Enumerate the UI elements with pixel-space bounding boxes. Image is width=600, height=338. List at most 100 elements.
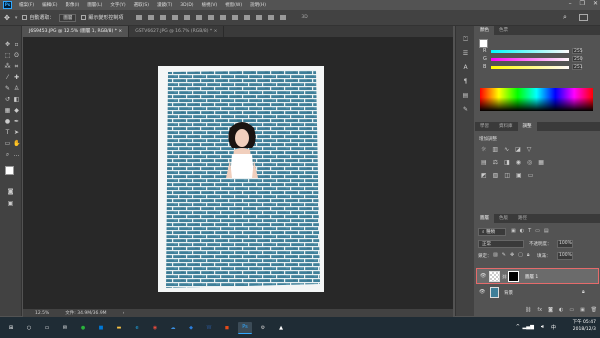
menu-type[interactable]: 文字(Y): [106, 2, 129, 8]
taskbar-time[interactable]: 下午 05:47: [573, 319, 596, 326]
distribute-left-icon[interactable]: [244, 15, 251, 20]
healing-tool-icon[interactable]: ✚: [13, 74, 20, 81]
vibrance-icon[interactable]: ▽: [527, 146, 532, 153]
office-icon[interactable]: ◼: [220, 322, 234, 334]
filter-type-icon[interactable]: T: [528, 228, 531, 234]
layer-mask-thumbnail[interactable]: [508, 271, 519, 282]
channel-mixer-icon[interactable]: ◎: [527, 159, 532, 166]
distribute-bottom-icon[interactable]: [232, 15, 239, 20]
brightness-icon[interactable]: ☼: [481, 146, 486, 153]
chrome-icon[interactable]: ◉: [148, 322, 162, 334]
slider-r-track[interactable]: [491, 49, 569, 53]
tab-document-2[interactable]: GSTV6627.JPG @ 16.7% (RGB/8) * ×: [129, 26, 225, 37]
network-icon[interactable]: ▂▄▆: [522, 324, 534, 330]
quick-select-tool-icon[interactable]: ⁂: [4, 63, 11, 70]
slider-g[interactable]: G 250: [475, 55, 600, 63]
auto-select-dropdown[interactable]: 圖層: [59, 13, 77, 22]
tool-preset-dropdown[interactable]: ▾: [15, 15, 18, 21]
visibility-eye-icon[interactable]: 👁︎: [479, 289, 485, 295]
eraser-tool-icon[interactable]: ◧: [13, 96, 20, 103]
layer-kind-filter[interactable]: ⌕ 種類: [478, 228, 506, 236]
input-method-indicator[interactable]: 中: [551, 324, 556, 331]
opacity-input[interactable]: 100%: [557, 240, 573, 248]
auto-align-icon[interactable]: [280, 15, 287, 20]
tab-document-1[interactable]: J6S9453.JPG @ 12.5% (圖層 1, RGB/8) * ×: [23, 26, 130, 37]
tab-paths[interactable]: 路徑: [513, 214, 532, 223]
align-bottom-icon[interactable]: [160, 15, 167, 20]
brush-settings-icon[interactable]: ✎: [462, 106, 469, 113]
quick-mask-icon[interactable]: ◙: [7, 188, 14, 195]
dodge-tool-icon[interactable]: ●: [4, 118, 11, 125]
tab-learn[interactable]: 學習: [475, 122, 494, 131]
maximize-icon[interactable]: ❐: [580, 0, 585, 7]
windows-icon[interactable]: ⊞: [4, 322, 18, 334]
shape-tool-icon[interactable]: ▭: [4, 140, 11, 147]
taskbar-date[interactable]: 2018/12/3: [573, 326, 596, 333]
screen-mode-icon[interactable]: ▣: [7, 200, 14, 207]
photo-filter-icon[interactable]: ◉: [516, 159, 521, 166]
eyedropper-tool-icon[interactable]: ⁄: [4, 74, 11, 81]
crop-tool-icon[interactable]: ⌗: [13, 63, 20, 70]
menu-window[interactable]: 視窗(W): [221, 2, 246, 8]
hand-tool-icon[interactable]: ✋: [13, 140, 20, 147]
lock-artboard-icon[interactable]: ▢: [518, 252, 523, 258]
brush-tool-icon[interactable]: ✎: [4, 85, 11, 92]
dropbox-icon[interactable]: ◆: [184, 322, 198, 334]
line-icon[interactable]: ●: [76, 322, 90, 334]
close-icon[interactable]: ✕: [593, 0, 598, 7]
show-transform-checkbox[interactable]: 顯示變形控制項: [81, 14, 123, 21]
distribute-right-icon[interactable]: [268, 15, 275, 20]
character-icon[interactable]: A: [462, 64, 469, 71]
slider-b-value[interactable]: 251: [572, 64, 583, 70]
visibility-eye-icon[interactable]: 👁︎: [480, 273, 486, 279]
blend-mode-dropdown[interactable]: 正常: [478, 240, 524, 248]
link-icon[interactable]: ⛓︎: [502, 274, 507, 279]
tab-color[interactable]: 顏色: [475, 26, 494, 35]
properties-icon[interactable]: ☰: [462, 50, 469, 57]
history-brush-tool-icon[interactable]: ↺: [4, 96, 11, 103]
marquee-tool-icon[interactable]: ⬚: [4, 52, 11, 59]
menu-select[interactable]: 選取(S): [130, 2, 153, 8]
photoshop-icon[interactable]: Ps: [238, 321, 252, 334]
lock-move-icon[interactable]: ✥: [510, 252, 514, 258]
tab-libraries[interactable]: 資料庫: [494, 122, 518, 131]
onedrive-icon[interactable]: ☁: [166, 322, 180, 334]
explorer-icon[interactable]: ▬: [112, 322, 126, 334]
auto-select-checkbox[interactable]: 自動選取：: [22, 14, 54, 21]
curves-icon[interactable]: ∿: [504, 146, 509, 153]
volume-icon[interactable]: 🔊︎: [541, 324, 544, 330]
paragraph-icon[interactable]: ¶: [462, 78, 469, 85]
workspace-icon[interactable]: [579, 14, 588, 21]
cortana-icon[interactable]: ○: [22, 322, 36, 334]
distribute-hcenter-icon[interactable]: [256, 15, 263, 20]
menu-help[interactable]: 說明(H): [246, 2, 270, 8]
slider-r[interactable]: R 255: [475, 47, 600, 55]
fx-icon[interactable]: fx: [537, 307, 542, 313]
add-mask-icon[interactable]: ◙: [548, 307, 553, 313]
path-select-tool-icon[interactable]: ➤: [13, 129, 20, 136]
filter-shape-icon[interactable]: ▭: [535, 228, 540, 234]
new-layer-icon[interactable]: ▣: [580, 307, 585, 313]
photos-icon[interactable]: ▲: [274, 322, 288, 334]
posterize-icon[interactable]: ▧: [493, 172, 499, 179]
filter-pixel-icon[interactable]: ▣: [511, 228, 516, 234]
zoom-level[interactable]: 12.5%: [35, 311, 49, 316]
status-arrow-icon[interactable]: ›: [123, 311, 125, 316]
layer-name[interactable]: 圖層 1: [525, 274, 538, 280]
black-white-icon[interactable]: ◨: [504, 159, 510, 166]
new-group-icon[interactable]: ▭: [569, 307, 574, 313]
swatches-icon[interactable]: ▤: [462, 92, 469, 99]
slider-g-value[interactable]: 250: [572, 56, 583, 62]
lock-brush-icon[interactable]: ✎: [502, 252, 506, 258]
document-canvas[interactable]: [158, 66, 324, 292]
exposure-icon[interactable]: ◪: [515, 146, 521, 153]
tray-expand-icon[interactable]: ^: [516, 324, 520, 330]
color-spectrum[interactable]: [480, 88, 593, 111]
search-icon[interactable]: ⌕: [563, 13, 567, 22]
layer-row-selected[interactable]: 👁︎ ⛓︎ 圖層 1: [476, 268, 599, 284]
gradient-map-icon[interactable]: ▭: [528, 172, 534, 179]
slider-g-track[interactable]: [491, 57, 569, 61]
tab-adjustments[interactable]: 調整: [517, 122, 537, 131]
align-right-icon[interactable]: [196, 15, 203, 20]
mail-icon[interactable]: ✉: [58, 322, 72, 334]
